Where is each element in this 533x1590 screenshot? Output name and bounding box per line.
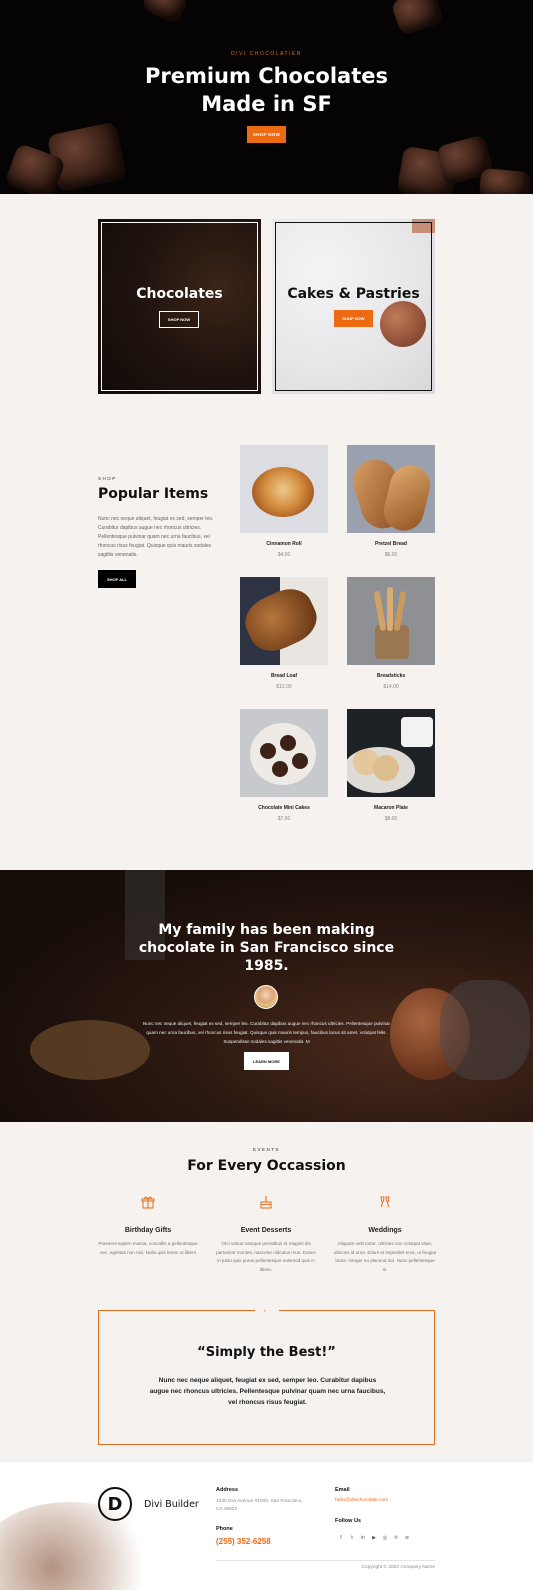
event-title: Birthday Gifts	[124, 1227, 172, 1234]
product-name: Breadsticks	[376, 673, 406, 679]
product-card[interactable]: Chocolate Mini Cakes $7.00	[240, 709, 328, 822]
twitter-icon[interactable]: 𝕥	[348, 1534, 356, 1542]
logo-icon[interactable]: D	[98, 1487, 132, 1521]
product-price: $8.00	[384, 816, 398, 822]
product-name: Cinnamon Roll	[266, 541, 302, 547]
category-card-chocolates[interactable]: Chocolates SHOP NOW	[98, 219, 261, 394]
chocolate-image	[140, 0, 190, 26]
hero-section: DIVI CHOCOLATIER Premium Chocolates Made…	[0, 0, 533, 194]
product-name: Pretzel Bread	[375, 541, 407, 547]
product-price: $7.00	[277, 816, 291, 822]
card-frame	[101, 222, 258, 391]
gift-icon	[141, 1196, 155, 1209]
category-shop-button[interactable]: SHOP NOW	[334, 310, 373, 327]
event-description: Praesent sapien massa, convallis a pelle…	[98, 1241, 198, 1255]
learn-more-button[interactable]: LEARN MORE	[244, 1052, 289, 1070]
category-shop-button[interactable]: SHOP NOW	[159, 311, 199, 328]
testimonial-text: Nunc nec neque aliquet, feugiat ex sed, …	[149, 1377, 386, 1406]
testimonial-box: ❝ “Simply the Best!” Nunc nec neque aliq…	[98, 1308, 435, 1445]
testimonial-title: “Simply the Best!”	[197, 1345, 336, 1360]
email-label: Email	[335, 1487, 350, 1493]
chocolate-image	[390, 0, 445, 37]
product-price: $6.00	[384, 552, 398, 558]
instagram-icon[interactable]: ◎	[381, 1534, 389, 1542]
avatar	[254, 985, 278, 1009]
shop-eyebrow: SHOP	[98, 476, 117, 481]
product-price: $12.00	[276, 684, 292, 690]
story-description: Nunc nec neque aliquet, feugiat ex sed, …	[142, 1021, 391, 1044]
pinterest-icon[interactable]: ℗	[392, 1534, 400, 1542]
story-title: My family has been making chocolate in S…	[0, 921, 533, 975]
logo-letter: D	[107, 1493, 123, 1515]
product-name: Chocolate Mini Cakes	[258, 805, 310, 811]
card-frame	[275, 222, 432, 391]
footer-divider	[216, 1560, 435, 1561]
hero-title-line: Made in SF	[201, 92, 332, 116]
event-title: Weddings	[368, 1227, 402, 1234]
product-card[interactable]: Bread Loaf $12.00	[240, 577, 328, 690]
event-weddings: Weddings Aliquam velit tortor, ultricies…	[333, 1195, 437, 1274]
product-image-cinnamon-roll[interactable]	[240, 445, 328, 533]
champagne-icon	[380, 1196, 390, 1208]
hero-title-line: Premium Chocolates	[144, 64, 389, 88]
hero-title: Premium Chocolates Made in SF	[0, 62, 533, 118]
event-title: Event Desserts	[240, 1227, 292, 1234]
product-card[interactable]: Cinnamon Roll $4.00	[240, 445, 328, 558]
linkedin-icon[interactable]: in	[359, 1534, 367, 1542]
product-image-pretzel-bread[interactable]	[347, 445, 435, 533]
facebook-icon[interactable]: f	[337, 1534, 345, 1542]
event-birthday: Birthday Gifts Praesent sapien massa, co…	[96, 1195, 200, 1257]
chocolate-image	[478, 167, 532, 194]
product-card[interactable]: Macaron Plate $8.00	[347, 709, 435, 822]
phone-link[interactable]: (255) 352-6258	[216, 1537, 271, 1546]
quote-mark-icon: ❝	[264, 1308, 267, 1314]
email-link[interactable]: hello@divichocolate.com	[335, 1498, 388, 1503]
address-line: 1235 Divi Avenue #1000, San Francisco,	[216, 1499, 303, 1504]
event-description: Aliquam velit tortor, ultricies non volu…	[333, 1241, 437, 1272]
product-card[interactable]: Pretzel Bread $6.00	[347, 445, 435, 558]
shop-all-button[interactable]: SHOP ALL	[98, 570, 136, 588]
event-description: Orci varius natoque penatibus et magnis …	[216, 1241, 316, 1272]
address-line: CA 49623	[216, 1507, 238, 1512]
hero-shop-button[interactable]: SHOP NOW	[247, 126, 286, 143]
product-image-breadsticks[interactable]	[347, 577, 435, 665]
story-title-line: My family has been making	[158, 922, 375, 938]
popular-title: Popular Items	[98, 486, 209, 502]
category-card-cakes[interactable]: Cakes & Pastries SHOP NOW	[272, 219, 435, 394]
product-image-chocolate-mini-cakes[interactable]	[240, 709, 328, 797]
rss-icon[interactable]: ≋	[403, 1534, 411, 1542]
phone-label: Phone	[216, 1526, 233, 1532]
story-title-line: 1985.	[244, 958, 289, 974]
product-price: $14.00	[383, 684, 399, 690]
category-title: Chocolates	[136, 286, 223, 302]
product-image-macaron-plate[interactable]	[347, 709, 435, 797]
address-label: Address	[216, 1487, 239, 1493]
popular-description: Nunc nec neque aliquet, feugiat ex sed, …	[98, 516, 214, 558]
footer	[0, 1462, 533, 1590]
story-title-line: chocolate in San Francisco since	[138, 940, 395, 956]
background-cocoa-image	[30, 1020, 150, 1080]
product-image-bread-loaf[interactable]	[240, 577, 328, 665]
frame-gap	[255, 1308, 279, 1313]
product-name: Macaron Plate	[374, 805, 408, 811]
category-title: Cakes & Pastries	[287, 286, 420, 302]
follow-label: Follow Us	[335, 1518, 361, 1524]
event-desserts: Event Desserts Orci varius natoque penat…	[214, 1195, 318, 1274]
product-price: $4.00	[277, 552, 291, 558]
product-name: Bread Loaf	[270, 673, 298, 679]
product-card[interactable]: Breadsticks $14.00	[347, 577, 435, 690]
cocoa-splash-image	[0, 1502, 160, 1590]
brand-name: Divi Builder	[144, 1499, 199, 1510]
youtube-icon[interactable]: ▶	[370, 1534, 378, 1542]
copyright: Copyright © 2022 Company Name	[361, 1565, 435, 1570]
background-jar-image	[440, 980, 530, 1080]
hero-eyebrow: DIVI CHOCOLATIER	[231, 51, 302, 57]
events-eyebrow: EVENTS	[252, 1147, 280, 1152]
events-title: For Every Occassion	[187, 1158, 346, 1174]
cake-icon	[260, 1196, 272, 1209]
